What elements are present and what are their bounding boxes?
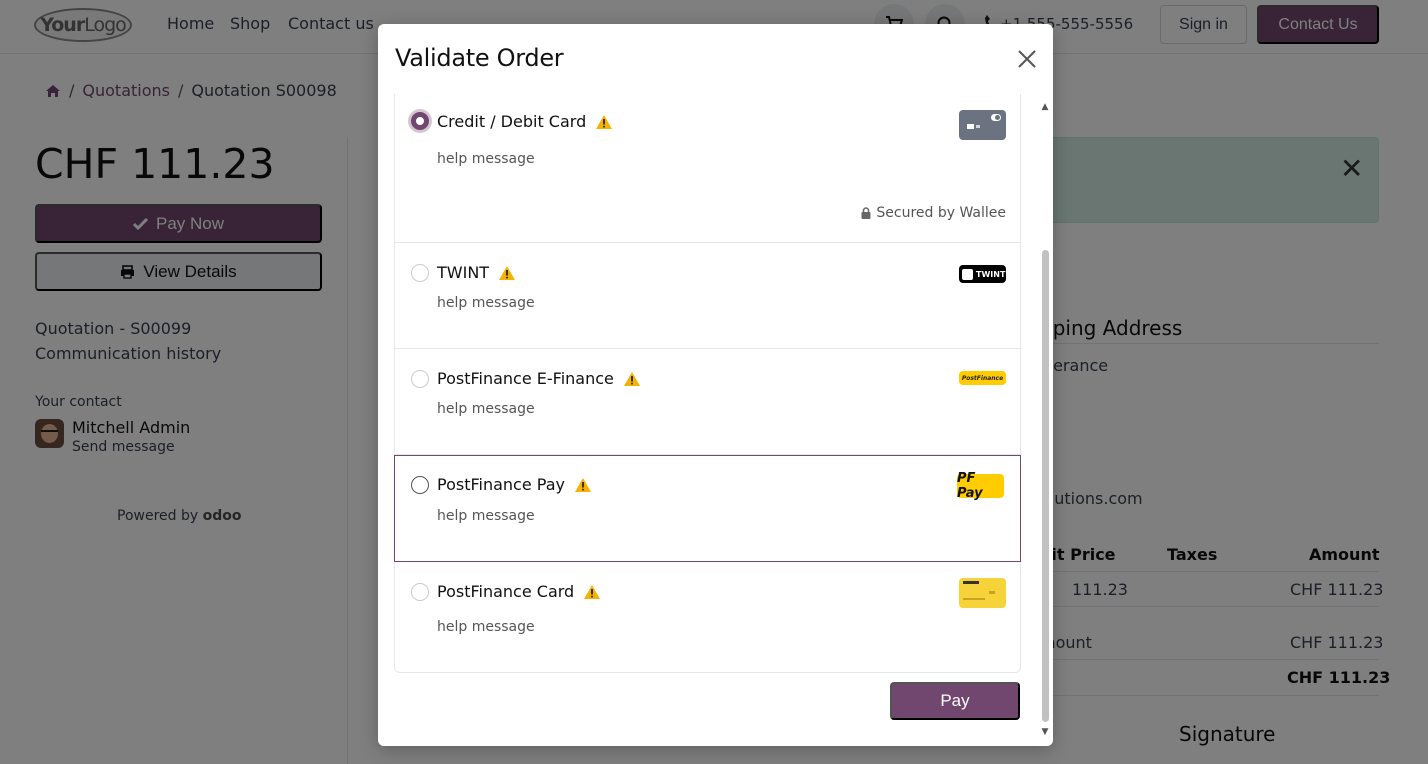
option-name: PostFinance Card bbox=[437, 582, 575, 601]
payment-option-credit-card[interactable]: Credit / Debit Card help message Secured… bbox=[395, 94, 1022, 243]
secured-by-wallee: Secured by Wallee bbox=[861, 205, 1006, 221]
validate-order-modal: Validate Order Credit / Debit Card help … bbox=[378, 24, 1053, 746]
scrollbar-thumb[interactable] bbox=[1042, 250, 1049, 722]
option-name: Credit / Debit Card bbox=[437, 112, 587, 131]
radio-postfinance-pay[interactable] bbox=[411, 476, 429, 494]
postfinance-card-logo-icon bbox=[959, 578, 1006, 608]
option-name: PostFinance Pay bbox=[437, 475, 565, 494]
twint-logo-icon: TWINT bbox=[959, 265, 1006, 283]
close-icon[interactable] bbox=[1014, 46, 1040, 72]
modal-body: Credit / Debit Card help message Secured… bbox=[378, 94, 1053, 746]
scroll-up-arrow[interactable]: ▲ bbox=[1040, 102, 1050, 112]
card-logo-icon bbox=[959, 110, 1006, 140]
payment-option-twint[interactable]: TWINT help message TWINT bbox=[395, 243, 1022, 349]
radio-postfinance-card[interactable] bbox=[411, 583, 429, 601]
payment-option-postfinance-pay[interactable]: PostFinance Pay help message PF Pay bbox=[394, 455, 1021, 562]
warning-icon bbox=[623, 371, 640, 386]
help-message: help message bbox=[437, 619, 535, 635]
payment-option-label: TWINT bbox=[437, 263, 516, 282]
scroll-down-arrow[interactable]: ▼ bbox=[1040, 727, 1050, 737]
pay-button[interactable]: Pay bbox=[890, 682, 1020, 720]
payment-option-label: PostFinance E-Finance bbox=[437, 369, 641, 388]
modal-title: Validate Order bbox=[395, 44, 564, 72]
payment-option-postfinance-card[interactable]: PostFinance Card help message bbox=[395, 562, 1022, 672]
payment-option-postfinance-efinance[interactable]: PostFinance E-Finance help message PostF… bbox=[395, 349, 1022, 455]
help-message: help message bbox=[437, 151, 535, 167]
lock-icon bbox=[861, 207, 871, 219]
warning-icon bbox=[596, 114, 613, 129]
radio-postfinance-efinance[interactable] bbox=[411, 370, 429, 388]
warning-icon bbox=[499, 265, 516, 280]
radio-twint[interactable] bbox=[411, 264, 429, 282]
option-name: TWINT bbox=[437, 263, 490, 282]
warning-icon bbox=[574, 477, 591, 492]
postfinance-logo-text: PostFinance bbox=[961, 374, 1004, 382]
warning-icon bbox=[584, 584, 601, 599]
payment-method-list: Credit / Debit Card help message Secured… bbox=[394, 94, 1022, 673]
radio-credit-card[interactable] bbox=[411, 112, 429, 130]
twint-logo-text: TWINT bbox=[976, 269, 1006, 279]
payment-option-label: PostFinance Pay bbox=[437, 475, 592, 494]
help-message: help message bbox=[437, 401, 535, 417]
payment-option-label: PostFinance Card bbox=[437, 582, 601, 601]
postfinance-logo-icon: PostFinance bbox=[959, 371, 1006, 385]
option-name: PostFinance E-Finance bbox=[437, 369, 614, 388]
help-message: help message bbox=[437, 295, 535, 311]
help-message: help message bbox=[437, 508, 535, 524]
secured-text: Secured by Wallee bbox=[876, 205, 1006, 221]
pf-pay-logo-text: PF Pay bbox=[957, 471, 983, 501]
pf-pay-logo-icon: PF Pay bbox=[957, 471, 1004, 501]
payment-option-label: Credit / Debit Card bbox=[437, 112, 613, 131]
